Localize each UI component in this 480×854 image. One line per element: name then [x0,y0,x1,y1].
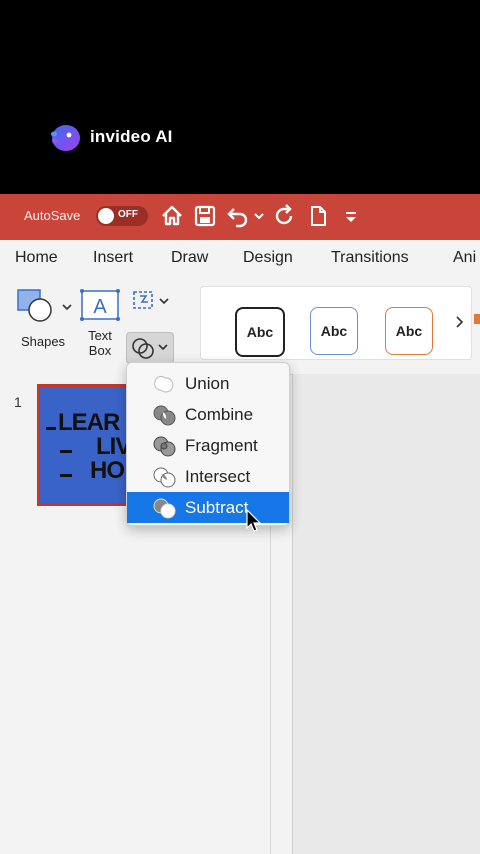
undo-icon[interactable] [226,204,250,228]
menu-item-fragment[interactable]: Fragment [127,430,289,461]
text-box-label-line2: Box [88,343,112,358]
arrange-icon[interactable] [132,290,156,312]
tab-draw[interactable]: Draw [171,249,208,267]
merge-shapes-button[interactable] [126,332,174,364]
menu-item-label: Intersect [185,466,251,486]
toggle-state-label: OFF [118,209,138,220]
home-icon[interactable] [160,204,184,228]
redo-icon[interactable] [272,204,296,228]
brand-name: invideo AI [90,127,173,146]
tab-insert[interactable]: Insert [93,249,133,267]
autosave-toggle[interactable]: OFF [96,206,148,226]
union-icon [151,372,181,396]
gallery-edge-swatch [474,314,480,324]
gallery-next-icon[interactable] [453,315,465,329]
new-doc-icon[interactable] [306,204,330,228]
subtract-icon [151,496,181,520]
autosave-label: AutoSave [24,208,81,223]
menu-item-label: Combine [185,404,254,424]
title-bar: AutoSave OFF [0,194,480,240]
menu-item-label: Subtract [185,497,249,517]
shapes-icon[interactable] [16,288,56,326]
arrange-dropdown-icon[interactable] [158,294,170,306]
invideo-watermark: invideo AI [48,120,173,154]
intersect-icon [151,465,181,489]
ribbon-toolbar: Shapes A Text Box Abc Abc Abc [0,278,480,375]
combine-icon [151,403,181,427]
toggle-knob [98,208,114,224]
mouse-cursor-icon [245,508,263,534]
slide-number: 1 [14,394,22,410]
shapes-dropdown-icon[interactable] [61,300,73,312]
shapes-label: Shapes [20,334,66,349]
merge-shapes-menu: Union Combine Fragment Intersect Subtrac… [126,362,290,526]
tab-home[interactable]: Home [15,249,58,267]
fragment-icon [151,434,181,458]
menu-item-label: Fragment [185,435,258,455]
undo-dropdown-icon[interactable] [252,204,266,228]
shape-styles-gallery: Abc Abc Abc [200,286,472,360]
menu-item-intersect[interactable]: Intersect [127,461,289,492]
style-box-3[interactable]: Abc [385,307,433,355]
text-box-label-line1: Text [88,328,112,343]
customize-icon[interactable] [340,204,364,228]
slide-thumbnail[interactable]: LEAR LIV HO [37,384,139,506]
save-icon[interactable] [193,204,217,228]
menu-item-combine[interactable]: Combine [127,399,289,430]
tab-transitions[interactable]: Transitions [331,249,409,267]
text-box-icon[interactable]: A [80,288,120,322]
tab-design[interactable]: Design [243,249,293,267]
style-box-1[interactable]: Abc [235,307,285,357]
thumb-line-3: HO [90,457,125,484]
slide-editor-area[interactable] [292,374,480,854]
style-box-2[interactable]: Abc [310,307,358,355]
tab-animations[interactable]: Ani [453,249,476,267]
menu-item-subtract[interactable]: Subtract [127,492,289,523]
svg-text:A: A [93,296,107,318]
menu-item-union[interactable]: Union [127,368,289,399]
invideo-logo-icon [48,120,82,154]
ribbon-tabs: Home Insert Draw Design Transitions Ani [0,240,480,279]
text-box-label: Text Box [76,328,124,358]
menu-item-label: Union [185,373,230,393]
